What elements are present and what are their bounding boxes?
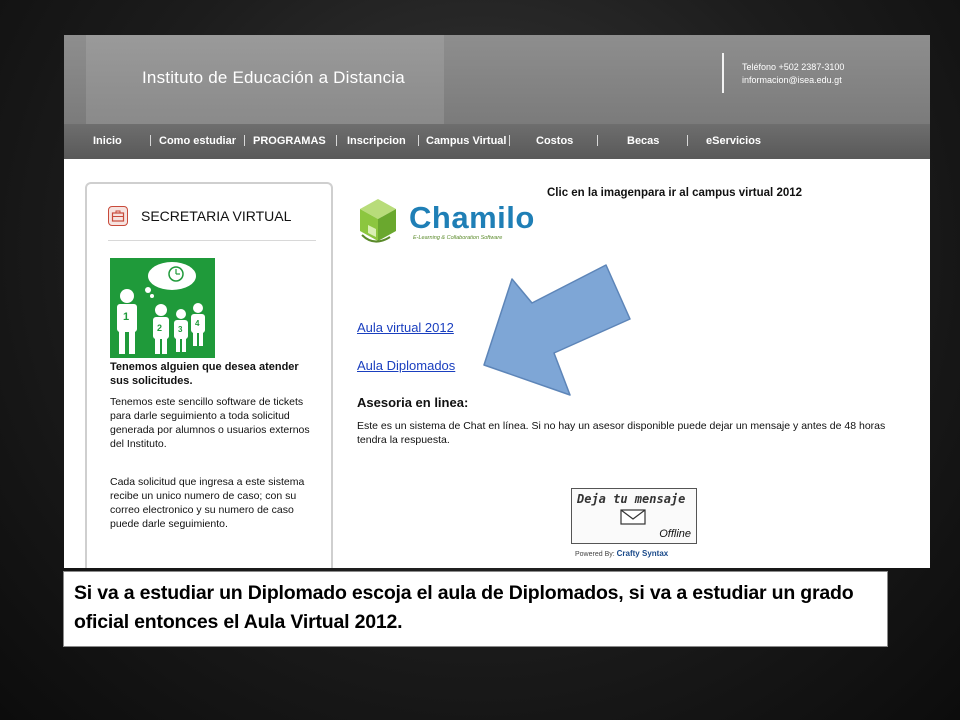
brand-panel: Instituto de Educación a Distancia [86, 35, 444, 124]
nav-separator [244, 135, 245, 146]
nav-separator [418, 135, 419, 146]
asesoria-title: Asesoria en linea: [357, 395, 469, 410]
sidebar-paragraph: Tenemos este sencillo software de ticket… [110, 396, 310, 450]
aula-virtual-2012-link[interactable]: Aula virtual 2012 [357, 320, 454, 335]
slide-caption: Si va a estudiar un Diplomado escoja el … [74, 582, 854, 633]
nav-item-inicio[interactable]: Inicio [93, 135, 122, 147]
nav-separator [687, 135, 688, 146]
website-screenshot: Instituto de Educación a Distancia Teléf… [64, 35, 930, 568]
nav-item-campus-virtual[interactable]: Campus Virtual [426, 135, 507, 147]
secretaria-virtual-title: SECRETARIA VIRTUAL [141, 208, 292, 224]
nav-item-eservicios[interactable]: eServicios [706, 135, 761, 147]
site-header: Instituto de Educación a Distancia Teléf… [64, 35, 930, 124]
contact-email[interactable]: informacion@isea.edu.gt [742, 75, 842, 85]
nav-separator [150, 135, 151, 146]
sidebar-paragraph: Cada solicitud que ingresa a este sistem… [110, 476, 305, 530]
support-people-icon[interactable]: 1 2 3 4 [110, 258, 215, 358]
nav-separator [597, 135, 598, 146]
powered-brand[interactable]: Crafty Syntax [617, 549, 669, 558]
nav-item-programas[interactable]: PROGRAMAS [253, 135, 326, 147]
nav-separator [336, 135, 337, 146]
powered-label: Powered By: [575, 551, 615, 558]
header-divider [722, 53, 724, 93]
powered-by: Powered By: Crafty Syntax [575, 549, 668, 558]
slide-caption-box: Si va a estudiar un Diplomado escoja el … [63, 571, 888, 647]
aula-diplomados-link[interactable]: Aula Diplomados [357, 358, 455, 373]
site-title[interactable]: Instituto de Educación a Distancia [142, 68, 405, 88]
chamilo-tagline: E-Learning & Collaboration Software [413, 235, 503, 241]
svg-text:3: 3 [178, 325, 183, 334]
briefcase-icon [108, 206, 128, 226]
nav-item-becas[interactable]: Becas [627, 135, 659, 147]
svg-text:4: 4 [195, 319, 200, 328]
envelope-icon [620, 509, 646, 525]
nav-item-inscripcion[interactable]: Inscripcion [347, 135, 406, 147]
main-nav: Inicio Como estudiar PROGRAMAS Inscripci… [64, 124, 930, 159]
secretaria-virtual-panel: SECRETARIA VIRTUAL 1 2 3 4 Tenemos algui… [85, 182, 333, 568]
campus-caption: Clic en la imagenpara ir al campus virtu… [547, 187, 803, 199]
sidebar-content: SECRETARIA VIRTUAL 1 2 3 4 Tenemos algui… [94, 192, 324, 568]
svg-text:2: 2 [157, 323, 162, 333]
nav-item-costos[interactable]: Costos [536, 135, 573, 147]
asesoria-description: Este es un sistema de Chat en línea. Si … [357, 420, 886, 446]
chat-status: Offline [659, 528, 691, 540]
nav-separator [509, 135, 510, 146]
title-divider [108, 240, 316, 241]
chamilo-wordmark[interactable]: Chamilo [409, 200, 535, 236]
sidebar-heading: Tenemos alguien que desea atender sus so… [110, 361, 299, 387]
nav-item-como-estudiar[interactable]: Como estudiar [159, 135, 236, 147]
svg-text:1: 1 [123, 311, 129, 323]
leave-message-button[interactable]: Deja tu mensaje Offline [571, 488, 697, 544]
chat-label: Deja tu mensaje [577, 492, 686, 506]
contact-phone: Teléfono +502 2387-3100 [742, 62, 845, 72]
